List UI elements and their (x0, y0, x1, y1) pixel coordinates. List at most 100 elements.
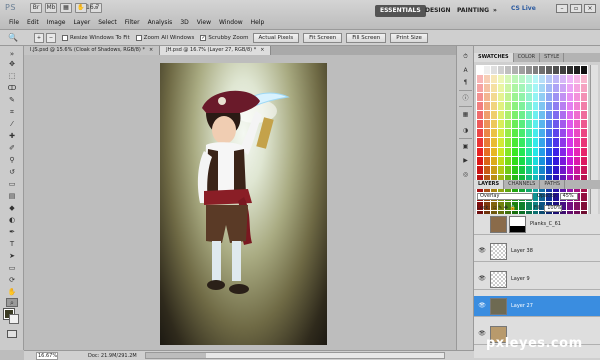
swatch-cell[interactable] (574, 156, 581, 165)
swatch-cell[interactable] (546, 165, 553, 174)
lock-icons[interactable]: ▫ ✎ ✥ 🔒 (493, 205, 516, 211)
grid-icon[interactable]: ▦ (60, 3, 72, 13)
horizontal-scrollbar[interactable] (144, 352, 445, 359)
workspace-essentials-button[interactable]: ESSENTIALS (375, 5, 426, 17)
swatch-cell[interactable] (574, 93, 581, 102)
zoom-level-display[interactable]: 16.7 (86, 4, 99, 11)
healing-tool-icon[interactable]: ✚ (6, 132, 18, 141)
swatch-cell[interactable] (483, 165, 490, 174)
swatch-cell[interactable] (497, 84, 504, 93)
swatch-cell[interactable] (567, 84, 574, 93)
menu-file[interactable]: File (5, 18, 23, 28)
lasso-tool-icon[interactable]: ↀ (6, 84, 18, 93)
swatch-cell[interactable] (525, 138, 532, 147)
swatch-cell[interactable] (504, 138, 511, 147)
swatch-cell[interactable] (497, 129, 504, 138)
swatch-cell[interactable] (581, 93, 587, 102)
fill-screen-button[interactable]: Fill Screen (346, 32, 387, 43)
collapse-toolbox-icon[interactable]: » (6, 50, 18, 59)
swatch-cell[interactable] (574, 138, 581, 147)
info-panel-icon[interactable]: ⓘ (460, 94, 471, 104)
swatch-cell[interactable] (553, 156, 560, 165)
swatch-cell[interactable] (560, 93, 567, 102)
swatch-cell[interactable] (483, 75, 490, 84)
swatch-cell[interactable] (532, 120, 539, 129)
eyedropper-tool-icon[interactable]: ⁄ (6, 120, 18, 129)
tab-color[interactable]: COLOR (514, 53, 541, 62)
zoom-tool-icon[interactable]: 🔍 (6, 32, 20, 43)
scrubby-zoom-checkbox[interactable]: ✓ (200, 34, 207, 41)
swatch-cell[interactable] (490, 138, 497, 147)
close-icon[interactable]: × (149, 47, 153, 53)
swatch-cell[interactable] (560, 120, 567, 129)
swatch-cell[interactable] (574, 147, 581, 156)
swatch-cell[interactable] (511, 84, 518, 93)
history-brush-tool-icon[interactable]: ↺ (6, 168, 18, 177)
tab-swatches[interactable]: SWATCHES (474, 53, 514, 62)
background-color-swatch[interactable] (9, 314, 19, 324)
fill-input[interactable]: 100% (544, 204, 563, 212)
swatch-cell[interactable] (477, 75, 483, 84)
swatch-cell[interactable] (581, 102, 587, 111)
swatch-cell[interactable] (546, 102, 553, 111)
swatch-cell[interactable] (553, 102, 560, 111)
tab-channels[interactable]: CHANNELS (504, 180, 541, 189)
swatch-cell[interactable] (490, 102, 497, 111)
swatch-cell[interactable] (525, 147, 532, 156)
swatch-cell[interactable] (574, 102, 581, 111)
swatch-cell[interactable] (567, 120, 574, 129)
swatch-cell[interactable] (581, 147, 587, 156)
swatch-cell[interactable] (546, 111, 553, 120)
swatch-cell[interactable] (483, 93, 490, 102)
swatch-cell[interactable] (483, 66, 490, 75)
swatch-cell[interactable] (497, 111, 504, 120)
layer-mask-thumbnail[interactable] (509, 215, 526, 233)
swatch-cell[interactable] (511, 111, 518, 120)
swatch-cell[interactable] (560, 156, 567, 165)
swatch-cell[interactable] (546, 84, 553, 93)
swatch-cell[interactable] (504, 165, 511, 174)
tab-layers[interactable]: LAYERS (474, 180, 505, 189)
swatch-cell[interactable] (477, 156, 483, 165)
swatch-cell[interactable] (504, 93, 511, 102)
swatch-cell[interactable] (553, 129, 560, 138)
swatch-cell[interactable] (511, 102, 518, 111)
menu-help[interactable]: Help (247, 18, 269, 28)
zoom-all-windows-option[interactable]: Zoom All Windows (135, 34, 194, 41)
swatch-cell[interactable] (567, 165, 574, 174)
swatch-cell[interactable] (567, 129, 574, 138)
status-doc-size[interactable]: Doc: 21.9M/291.2M (88, 353, 137, 359)
swatch-cell[interactable] (490, 156, 497, 165)
swatch-cell[interactable] (539, 111, 546, 120)
swatch-cell[interactable] (567, 75, 574, 84)
zoom-in-icon[interactable]: + (34, 32, 44, 43)
swatch-cell[interactable] (546, 156, 553, 165)
swatch-cell[interactable] (574, 120, 581, 129)
swatch-cell[interactable] (539, 156, 546, 165)
swatch-cell[interactable] (553, 138, 560, 147)
swatch-cell[interactable] (567, 147, 574, 156)
swatch-cell[interactable] (532, 75, 539, 84)
swatch-cell[interactable] (525, 75, 532, 84)
artwork-canvas[interactable] (160, 63, 327, 345)
swatch-cell[interactable] (546, 66, 553, 75)
close-icon[interactable]: × (260, 47, 264, 53)
swatch-cell[interactable] (567, 156, 574, 165)
tab-style[interactable]: STYLE (540, 53, 565, 62)
tab-paths[interactable]: PATHS (540, 180, 566, 189)
swatch-cell[interactable] (504, 156, 511, 165)
eye-icon[interactable]: 👁 (478, 330, 486, 338)
swatch-cell[interactable] (539, 120, 546, 129)
swatch-cell[interactable] (497, 156, 504, 165)
swatch-cell[interactable] (532, 102, 539, 111)
swatch-cell[interactable] (497, 147, 504, 156)
swatch-cell[interactable] (539, 75, 546, 84)
swatch-cell[interactable] (532, 66, 539, 75)
swatch-cell[interactable] (525, 165, 532, 174)
swatch-cell[interactable] (518, 129, 525, 138)
swatch-cell[interactable] (477, 165, 483, 174)
swatch-cell[interactable] (518, 84, 525, 93)
print-size-button[interactable]: Print Size (390, 32, 428, 43)
swatch-cell[interactable] (553, 93, 560, 102)
swatch-cell[interactable] (539, 165, 546, 174)
